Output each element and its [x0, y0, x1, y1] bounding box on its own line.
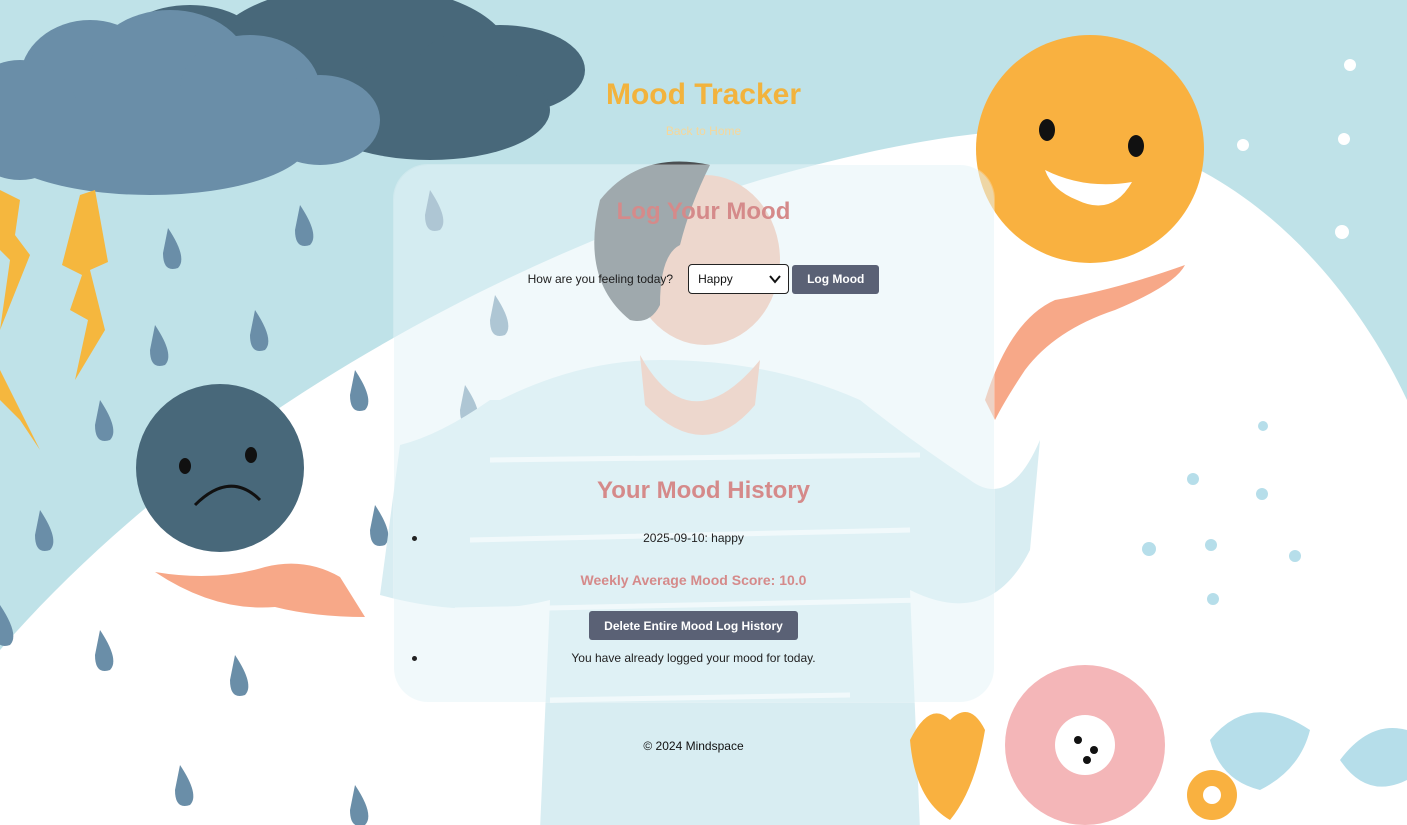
- page-header: Mood Tracker Back to Home: [0, 78, 1407, 140]
- happy-face-icon: [976, 35, 1204, 263]
- status-message: You have already logged your mood for to…: [571, 651, 816, 665]
- page-title: Mood Tracker: [605, 78, 802, 111]
- back-to-home-link[interactable]: Back to Home: [666, 124, 741, 138]
- chevron-down-icon: [769, 275, 781, 284]
- footer-copyright: © 2024 Mindspace: [643, 739, 744, 753]
- mood-select[interactable]: Happy: [688, 264, 790, 294]
- list-item: 2025-09-10: happy: [643, 531, 744, 545]
- mood-question-label: How are you feeling today?: [527, 272, 674, 286]
- log-mood-heading: Log Your Mood: [616, 198, 791, 225]
- mood-history-heading: Your Mood History: [597, 477, 810, 504]
- delete-history-button[interactable]: Delete Entire Mood Log History: [589, 611, 798, 640]
- delete-row: Delete Entire Mood Log History: [0, 611, 1387, 640]
- mood-form: How are you feeling today? Happy Log Moo…: [0, 264, 1407, 294]
- weekly-average: Weekly Average Mood Score: 10.0: [580, 572, 807, 588]
- mood-select-value: Happy: [698, 272, 733, 286]
- sad-face-icon: [136, 384, 304, 552]
- log-mood-button[interactable]: Log Mood: [792, 264, 880, 294]
